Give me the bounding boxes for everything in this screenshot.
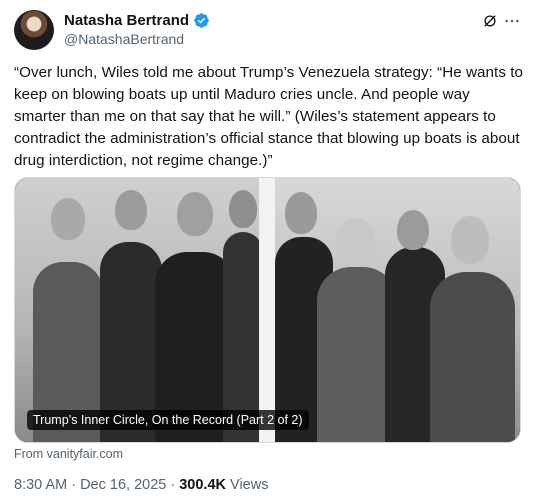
card-caption: Trump’s Inner Circle, On the Record (Par… — [27, 410, 309, 430]
views-label: Views — [226, 477, 269, 493]
tweet-header: Natasha Bertrand @NatashaBertrand — [14, 10, 521, 50]
author-display-name[interactable]: Natasha Bertrand — [64, 12, 189, 29]
name-row: Natasha Bertrand — [64, 12, 210, 29]
more-icon[interactable] — [503, 12, 521, 30]
tweet-meta: 8:30 AM · Dec 16, 2025 · 300.4K Views — [14, 477, 268, 493]
views-count: 300.4K — [179, 477, 226, 493]
tweet-text: “Over lunch, Wiles told me about Trump’s… — [14, 64, 524, 169]
grok-icon[interactable] — [481, 12, 499, 30]
card-source[interactable]: From vanityfair.com — [14, 447, 123, 461]
photo-divider — [259, 178, 275, 442]
link-card[interactable]: Trump’s Inner Circle, On the Record (Par… — [14, 177, 521, 443]
group-photo-left — [15, 178, 263, 442]
verified-badge-icon — [194, 13, 209, 28]
author-handle[interactable]: @NatashaBertrand — [64, 31, 184, 47]
author-avatar[interactable] — [14, 10, 54, 50]
tweet-timestamp[interactable]: 8:30 AM · Dec 16, 2025 · — [14, 477, 179, 493]
group-photo-right — [275, 178, 520, 442]
